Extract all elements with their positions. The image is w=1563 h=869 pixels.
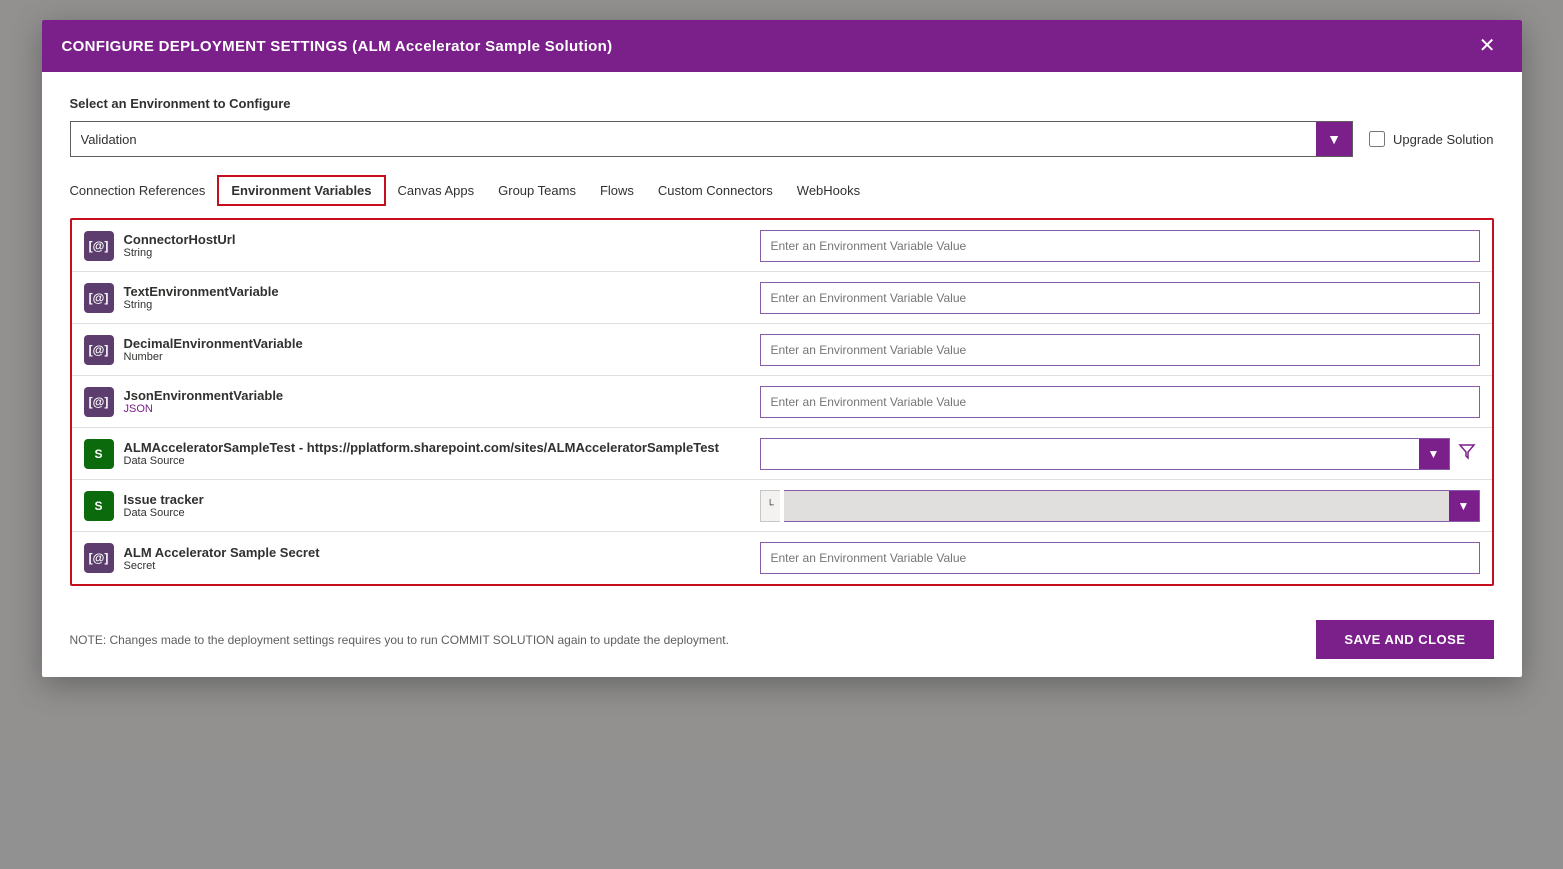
var-row-right <box>752 378 1492 426</box>
upgrade-solution-checkbox[interactable] <box>1369 131 1385 147</box>
close-button[interactable]: ✕ <box>1473 34 1502 58</box>
issue-tracker-dropdown: ▼ <box>784 490 1480 522</box>
modal-title: CONFIGURE DEPLOYMENT SETTINGS (ALM Accel… <box>62 38 613 55</box>
var-name: TextEnvironmentVariable <box>124 284 279 299</box>
modal-overlay: CONFIGURE DEPLOYMENT SETTINGS (ALM Accel… <box>0 0 1563 869</box>
var-info: ConnectorHostUrl String <box>124 232 236 259</box>
var-row-left: S ALMAcceleratorSampleTest - https://ppl… <box>72 431 752 477</box>
tabs-bar: Connection References Environment Variab… <box>70 175 1494 206</box>
filter-icon[interactable] <box>1454 440 1480 467</box>
sharepoint-icon: S <box>84 439 114 469</box>
tab-webhooks[interactable]: WebHooks <box>785 177 872 204</box>
env-variable-icon: [@] <box>84 335 114 365</box>
alm-sample-dropdown: ▼ <box>760 438 1450 470</box>
var-name: Issue tracker <box>124 492 204 507</box>
table-row: [@] DecimalEnvironmentVariable Number <box>72 324 1492 376</box>
var-row-left: S Issue tracker Data Source <box>72 483 752 529</box>
var-info: ALMAcceleratorSampleTest - https://pplat… <box>124 440 720 467</box>
env-dropdown-wrapper: ▼ <box>70 121 1354 157</box>
env-variable-icon: [@] <box>84 231 114 261</box>
tab-flows[interactable]: Flows <box>588 177 646 204</box>
var-info: Issue tracker Data Source <box>124 492 204 519</box>
modal-header: CONFIGURE DEPLOYMENT SETTINGS (ALM Accel… <box>42 20 1522 72</box>
save-close-button[interactable]: SAVE AND CLOSE <box>1316 620 1493 659</box>
var-name: ALMAcceleratorSampleTest - https://pplat… <box>124 440 720 455</box>
footer-note: NOTE: Changes made to the deployment set… <box>70 633 729 647</box>
var-row-right: └ ▼ <box>752 482 1492 530</box>
tab-canvas-apps[interactable]: Canvas Apps <box>386 177 487 204</box>
var-name: JsonEnvironmentVariable <box>124 388 284 403</box>
alm-sample-input[interactable] <box>761 439 1419 469</box>
upgrade-solution-label: Upgrade Solution <box>1393 132 1493 147</box>
chevron-down-icon: ▼ <box>1327 131 1341 147</box>
decimal-env-variable-input[interactable] <box>760 334 1480 366</box>
dropdown-left-indicator: └ <box>760 490 780 522</box>
var-name: ALM Accelerator Sample Secret <box>124 545 320 560</box>
table-row: [@] JsonEnvironmentVariable JSON <box>72 376 1492 428</box>
issue-tracker-dropdown-button[interactable]: ▼ <box>1449 491 1479 521</box>
upgrade-solution-wrapper: Upgrade Solution <box>1369 131 1493 147</box>
text-env-variable-input[interactable] <box>760 282 1480 314</box>
var-type: Secret <box>124 560 320 572</box>
json-env-variable-input[interactable] <box>760 386 1480 418</box>
chevron-down-icon: ▼ <box>1428 447 1440 461</box>
var-type: JSON <box>124 403 284 415</box>
tab-connection-references[interactable]: Connection References <box>70 177 218 204</box>
modal-footer: NOTE: Changes made to the deployment set… <box>42 602 1522 677</box>
chevron-down-icon: ▼ <box>1458 499 1470 513</box>
var-name: ConnectorHostUrl <box>124 232 236 247</box>
var-row-right <box>752 326 1492 374</box>
var-row-left: [@] DecimalEnvironmentVariable Number <box>72 327 752 373</box>
var-info: JsonEnvironmentVariable JSON <box>124 388 284 415</box>
tab-custom-connectors[interactable]: Custom Connectors <box>646 177 785 204</box>
secret-input[interactable] <box>760 542 1480 574</box>
var-row-left: [@] JsonEnvironmentVariable JSON <box>72 379 752 425</box>
var-row-left: [@] TextEnvironmentVariable String <box>72 275 752 321</box>
table-row: S ALMAcceleratorSampleTest - https://ppl… <box>72 428 1492 480</box>
table-row: [@] ConnectorHostUrl String <box>72 220 1492 272</box>
modal: CONFIGURE DEPLOYMENT SETTINGS (ALM Accel… <box>42 20 1522 677</box>
var-type: String <box>124 299 279 311</box>
var-row-right <box>752 534 1492 582</box>
table-row: [@] ALM Accelerator Sample Secret Secret <box>72 532 1492 584</box>
env-select-label: Select an Environment to Configure <box>70 96 1494 111</box>
env-variable-icon: [@] <box>84 543 114 573</box>
env-variable-icon: [@] <box>84 387 114 417</box>
env-dropdown-button[interactable]: ▼ <box>1316 122 1352 156</box>
var-info: DecimalEnvironmentVariable Number <box>124 336 303 363</box>
var-info: ALM Accelerator Sample Secret Secret <box>124 545 320 572</box>
sharepoint-issue-icon: S <box>84 491 114 521</box>
modal-body: Select an Environment to Configure ▼ Upg… <box>42 72 1522 602</box>
var-name: DecimalEnvironmentVariable <box>124 336 303 351</box>
alm-sample-dropdown-button[interactable]: ▼ <box>1419 439 1449 469</box>
tab-environment-variables[interactable]: Environment Variables <box>217 175 385 206</box>
table-row: [@] TextEnvironmentVariable String <box>72 272 1492 324</box>
var-row-left: [@] ConnectorHostUrl String <box>72 223 752 269</box>
var-row-right <box>752 222 1492 270</box>
env-variable-icon: [@] <box>84 283 114 313</box>
var-row-left: [@] ALM Accelerator Sample Secret Secret <box>72 535 752 581</box>
var-type: Data Source <box>124 455 720 467</box>
var-row-right <box>752 274 1492 322</box>
env-select-row: ▼ Upgrade Solution <box>70 121 1494 157</box>
issue-tracker-input[interactable] <box>784 491 1449 521</box>
var-info: TextEnvironmentVariable String <box>124 284 279 311</box>
var-type: Data Source <box>124 507 204 519</box>
connector-host-url-input[interactable] <box>760 230 1480 262</box>
variables-container: [@] ConnectorHostUrl String [@] <box>70 218 1494 586</box>
tab-group-teams[interactable]: Group Teams <box>486 177 588 204</box>
var-row-right: ▼ <box>752 430 1492 478</box>
env-dropdown-input[interactable] <box>71 122 1317 156</box>
table-row: S Issue tracker Data Source └ ▼ <box>72 480 1492 532</box>
var-type: Number <box>124 351 303 363</box>
var-type: String <box>124 247 236 259</box>
